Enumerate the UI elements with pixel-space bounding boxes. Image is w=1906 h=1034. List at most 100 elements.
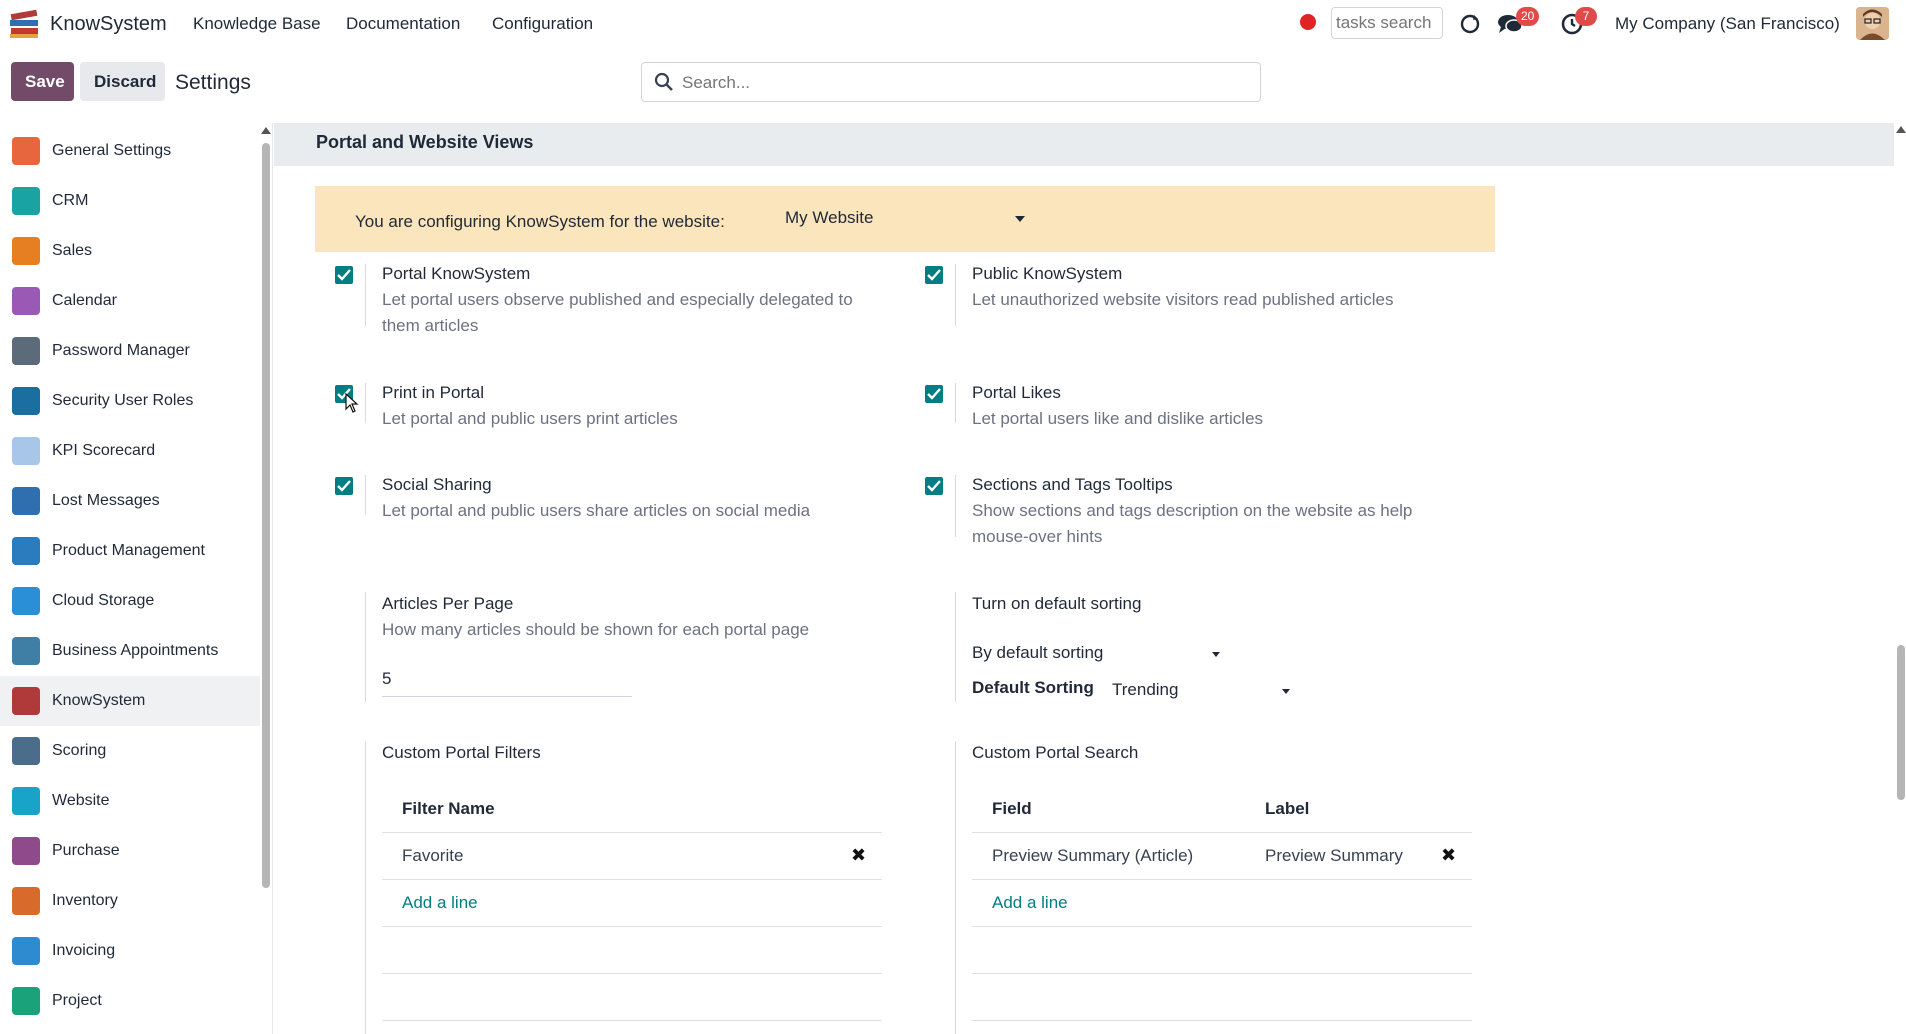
sidebar-item-project[interactable]: Project bbox=[0, 976, 260, 1026]
sidebar-item-knowsystem[interactable]: KnowSystem bbox=[0, 676, 260, 726]
public-knowsystem-desc: Let unauthorized website visitors read p… bbox=[972, 290, 1394, 309]
sidebar-item-cloud-storage[interactable]: Cloud Storage bbox=[0, 576, 260, 626]
articles-per-page-desc: How many articles should be shown for ea… bbox=[382, 620, 810, 639]
label-column-header: Label bbox=[1265, 799, 1310, 818]
section-header: Portal and Website Views bbox=[274, 123, 1894, 166]
menu-configuration[interactable]: Configuration bbox=[492, 14, 593, 34]
password-manager-icon bbox=[12, 337, 40, 365]
sidebar-item-label: General Settings bbox=[52, 142, 172, 159]
sidebar-item-security-roles[interactable]: Security User Roles bbox=[0, 376, 260, 426]
main-scrollbar[interactable] bbox=[1897, 645, 1905, 800]
sidebar-item-business-appointments[interactable]: Business Appointments bbox=[0, 626, 260, 676]
sidebar-item-general-settings[interactable]: General Settings bbox=[0, 126, 260, 176]
sidebar-item-label: Purchase bbox=[52, 842, 120, 859]
sales-icon bbox=[12, 237, 40, 265]
portal-likes-checkbox[interactable] bbox=[925, 385, 943, 403]
app-name[interactable]: KnowSystem bbox=[50, 13, 167, 36]
chevron-down-icon bbox=[1212, 652, 1220, 657]
sorting-select-value: Trending bbox=[1112, 680, 1179, 699]
public-knowsystem-checkbox[interactable] bbox=[925, 266, 943, 284]
public-knowsystem-title: Public KnowSystem bbox=[972, 264, 1123, 283]
add-filter-line-link[interactable]: Add a line bbox=[402, 893, 478, 913]
scroll-up-icon[interactable] bbox=[261, 127, 271, 134]
divider bbox=[365, 383, 366, 423]
table-divider bbox=[382, 879, 882, 880]
print-in-portal-desc: Let portal and public users print articl… bbox=[382, 409, 678, 428]
sections-tooltips-checkbox[interactable] bbox=[925, 477, 943, 495]
project-icon bbox=[12, 987, 40, 1015]
divider bbox=[365, 475, 366, 515]
sidebar-item-label: KnowSystem bbox=[52, 692, 146, 709]
add-search-line-link[interactable]: Add a line bbox=[992, 893, 1068, 913]
divider bbox=[365, 592, 366, 702]
sidebar-scrollbar[interactable] bbox=[262, 143, 270, 888]
purchase-icon bbox=[12, 837, 40, 865]
sidebar-item-label: Invoicing bbox=[52, 942, 116, 959]
sidebar-item-kpi-scorecard[interactable]: KPI Scorecard bbox=[0, 426, 260, 476]
sidebar-item-product-management[interactable]: Product Management bbox=[0, 526, 260, 576]
sidebar-item-crm[interactable]: CRM bbox=[0, 176, 260, 226]
sorting-select[interactable]: Trending bbox=[1112, 680, 1292, 706]
website-banner: You are configuring KnowSystem for the w… bbox=[315, 186, 1495, 252]
sidebar-item-purchase[interactable]: Purchase bbox=[0, 826, 260, 876]
custom-portal-filters-title: Custom Portal Filters bbox=[382, 743, 541, 762]
section-title: Portal and Website Views bbox=[316, 132, 534, 152]
sidebar-item-website[interactable]: Website bbox=[0, 776, 260, 826]
table-divider bbox=[972, 879, 1472, 880]
sidebar-item-label: Calendar bbox=[52, 292, 117, 309]
security-roles-icon bbox=[12, 387, 40, 415]
articles-per-page-input[interactable]: 5 bbox=[382, 669, 632, 697]
mouse-cursor-icon bbox=[344, 392, 360, 420]
print-in-portal-title: Print in Portal bbox=[382, 383, 485, 402]
field-cell[interactable]: Preview Summary (Article) bbox=[992, 846, 1193, 866]
social-sharing-checkbox[interactable] bbox=[335, 477, 353, 495]
save-button[interactable]: Save bbox=[11, 62, 74, 101]
table-divider bbox=[382, 926, 882, 927]
sidebar-item-scoring[interactable]: Scoring bbox=[0, 726, 260, 776]
sidebar-item-password-manager[interactable]: Password Manager bbox=[0, 326, 260, 376]
knowsystem-icon bbox=[12, 687, 40, 715]
refresh-icon[interactable] bbox=[1456, 10, 1484, 38]
filter-name-cell[interactable]: Favorite bbox=[402, 846, 463, 866]
portal-knowsystem-checkbox[interactable] bbox=[335, 266, 353, 284]
website-select[interactable]: My Website bbox=[785, 208, 1030, 228]
delete-row-icon[interactable]: ✖ bbox=[851, 845, 866, 866]
scoring-icon bbox=[12, 737, 40, 765]
delete-row-icon[interactable]: ✖ bbox=[1441, 845, 1456, 866]
company-switcher[interactable]: My Company (San Francisco) bbox=[1615, 14, 1840, 34]
label-cell[interactable]: Preview Summary bbox=[1265, 846, 1403, 866]
tasks-search-input[interactable] bbox=[1331, 7, 1443, 39]
divider bbox=[955, 741, 956, 1034]
knowsystem-logo-icon[interactable] bbox=[8, 8, 42, 40]
discard-button[interactable]: Discard bbox=[80, 62, 165, 101]
chevron-down-icon bbox=[1015, 216, 1025, 222]
settings-sidebar: General Settings CRM Sales Calendar Password… bbox=[0, 123, 273, 1034]
user-avatar[interactable] bbox=[1856, 7, 1889, 40]
sidebar-item-label: Security User Roles bbox=[52, 392, 194, 409]
settings-search[interactable] bbox=[641, 62, 1261, 102]
sections-tooltips-desc: Show sections and tags description on th… bbox=[972, 501, 1413, 546]
divider bbox=[955, 592, 956, 702]
record-indicator-icon[interactable] bbox=[1300, 14, 1316, 30]
business-appointments-icon bbox=[12, 637, 40, 665]
default-sorting-select[interactable]: By default sorting bbox=[972, 643, 1222, 671]
calendar-icon bbox=[12, 287, 40, 315]
sidebar-item-label: Cloud Storage bbox=[52, 592, 155, 609]
general-settings-icon bbox=[12, 137, 40, 165]
divider bbox=[365, 264, 366, 326]
menu-documentation[interactable]: Documentation bbox=[346, 14, 460, 34]
menu-knowledge-base[interactable]: Knowledge Base bbox=[193, 14, 321, 34]
scroll-up-icon[interactable] bbox=[1896, 126, 1906, 133]
sidebar-item-label: CRM bbox=[52, 192, 89, 209]
sidebar-item-inventory[interactable]: Inventory bbox=[0, 876, 260, 926]
sidebar-item-lost-messages[interactable]: Lost Messages bbox=[0, 476, 260, 526]
social-sharing-title: Social Sharing bbox=[382, 475, 492, 494]
custom-portal-search-title: Custom Portal Search bbox=[972, 743, 1139, 762]
settings-search-input[interactable] bbox=[682, 71, 1242, 95]
website-banner-label: You are configuring KnowSystem for the w… bbox=[355, 212, 725, 231]
search-icon bbox=[654, 72, 674, 97]
sidebar-item-calendar[interactable]: Calendar bbox=[0, 276, 260, 326]
sidebar-item-invoicing[interactable]: Invoicing bbox=[0, 926, 260, 976]
sidebar-item-label: Product Management bbox=[52, 542, 205, 559]
sidebar-item-sales[interactable]: Sales bbox=[0, 226, 260, 276]
